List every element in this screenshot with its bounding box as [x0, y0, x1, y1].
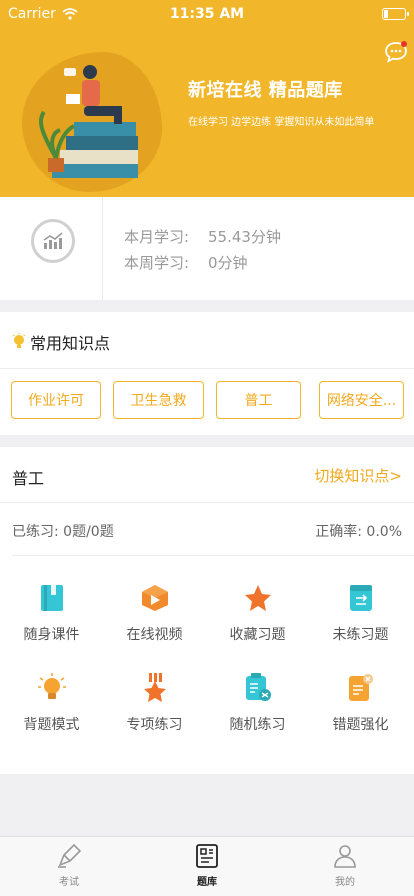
knowledge-chip-1[interactable]: 作业许可: [11, 381, 101, 419]
week-study-row: 本周学习: 0分钟: [124, 252, 248, 273]
error-doc-icon: [345, 672, 377, 704]
battery-icon: [382, 8, 409, 20]
knowledge-chip-3[interactable]: 普工: [216, 381, 301, 419]
medal-star-icon: [139, 672, 171, 704]
tab-exam[interactable]: 考试: [39, 843, 99, 888]
grid-courseware[interactable]: 随身课件: [0, 582, 103, 652]
grid-random-practice[interactable]: 随机练习: [206, 672, 309, 742]
grid-unpracticed[interactable]: 未练习题: [309, 582, 412, 652]
book-icon: [36, 582, 68, 614]
grid-label: 专项练习: [126, 717, 183, 733]
knowledge-section-header: 常用知识点: [12, 330, 110, 354]
grid-label: 收藏习题: [229, 627, 286, 643]
tab-label: 我的: [335, 877, 355, 888]
status-time: 11:35 AM: [169, 6, 245, 22]
user-icon: [334, 845, 356, 868]
lightbulb-icon: [12, 333, 26, 348]
practice-progress: 已练习: 0题/0题: [12, 524, 114, 540]
video-box-icon: [139, 582, 171, 614]
grid-label: 随身课件: [23, 627, 80, 643]
tab-bar: 考试 题库 我的: [0, 836, 414, 896]
tab-label: 考试: [59, 877, 79, 888]
stats-divider: [102, 197, 103, 300]
month-study-row: 本月学习: 55.43分钟: [124, 226, 281, 247]
week-study-label: 本周学习:: [124, 254, 190, 272]
month-study-value: 55.43分钟: [208, 228, 281, 246]
grid-favorites[interactable]: 收藏习题: [206, 582, 309, 652]
tab-question-bank[interactable]: 题库: [177, 843, 237, 888]
tab-mine[interactable]: 我的: [315, 843, 375, 888]
accuracy-rate: 正确率: 0.0%: [315, 524, 402, 540]
current-topic-title: 普工: [12, 469, 45, 488]
knowledge-chip-2[interactable]: 卫生急救: [113, 381, 204, 419]
grid-label: 在线视频: [126, 627, 183, 643]
grid-memorize-mode[interactable]: 背题模式: [0, 672, 103, 742]
grid-error-strengthen[interactable]: 错题强化: [309, 672, 412, 742]
grid-special-practice[interactable]: 专项练习: [103, 672, 206, 742]
section-divider: [0, 502, 414, 503]
month-study-label: 本月学习:: [124, 228, 190, 246]
common-knowledge-section: 常用知识点 作业许可 卫生急救 普工 网络安全...: [0, 312, 414, 435]
star-icon: [242, 582, 274, 614]
hero-subtitle: 在线学习 边学边练 掌握知识从未如此简单: [188, 117, 375, 128]
grid-label: 错题强化: [332, 717, 389, 733]
lightbulb-icon: [36, 672, 68, 704]
grid-online-video[interactable]: 在线视频: [103, 582, 206, 652]
status-bar: Carrier 11:35 AM: [0, 0, 414, 28]
week-study-value: 0分钟: [208, 254, 248, 272]
grid-label: 随机练习: [229, 717, 286, 733]
stats-chart-icon: [31, 219, 75, 263]
question-bank-icon: [196, 844, 218, 868]
grid-label: 背题模式: [23, 717, 80, 733]
hero-banner: 新培在线 精品题库 在线学习 边学边练 掌握知识从未如此简单: [0, 0, 414, 197]
switch-knowledge-link[interactable]: 切换知识点>: [314, 465, 402, 486]
message-icon[interactable]: [384, 40, 408, 64]
knowledge-section-title: 常用知识点: [30, 334, 111, 353]
current-topic-section: 普工 切换知识点> 已练习: 0题/0题 正确率: 0.0% 随身课件 在线视频: [0, 447, 414, 774]
grid-label: 未练习题: [332, 627, 389, 643]
reading-person-illustration: [38, 65, 138, 178]
study-stats-card: 本月学习: 55.43分钟 本周学习: 0分钟: [0, 197, 414, 300]
pen-icon: [58, 843, 82, 868]
knowledge-divider: [0, 368, 414, 369]
list-card-icon: [345, 582, 377, 614]
section-divider: [12, 555, 414, 556]
tab-label: 题库: [197, 877, 217, 888]
shuffle-clipboard-icon: [242, 672, 274, 704]
knowledge-chip-4[interactable]: 网络安全...: [319, 381, 404, 419]
hero-title: 新培在线 精品题库: [188, 80, 343, 101]
